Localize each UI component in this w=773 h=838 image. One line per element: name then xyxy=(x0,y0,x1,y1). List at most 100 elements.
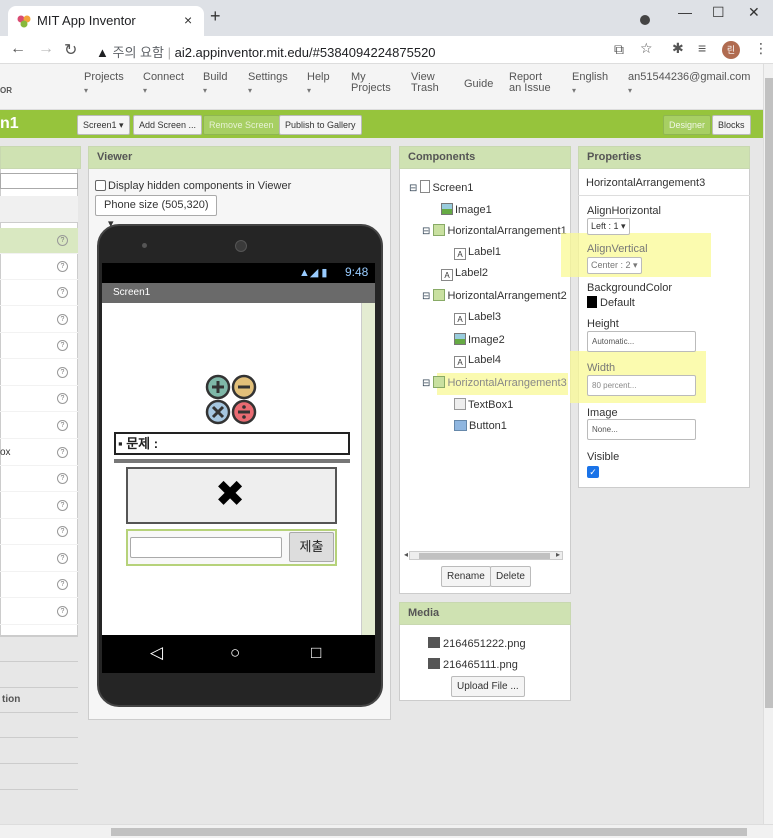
new-tab-button[interactable]: + xyxy=(210,6,221,27)
nav-recent-icon[interactable]: □ xyxy=(311,643,321,663)
tree-node-screen1[interactable]: ⊟ Screen1 xyxy=(409,180,473,194)
window-minimize-button[interactable]: — xyxy=(678,4,692,20)
palette-category[interactable] xyxy=(0,763,78,788)
tab-close-icon[interactable]: × xyxy=(184,12,192,28)
menu-build[interactable]: Build ▾ xyxy=(203,72,227,96)
help-icon[interactable]: ? xyxy=(57,420,68,431)
help-icon[interactable]: ? xyxy=(57,235,68,246)
scrollbar-thumb[interactable] xyxy=(765,78,773,708)
menu-projects[interactable]: Projects ▾ xyxy=(84,72,124,96)
menu-guide[interactable]: Guide xyxy=(464,79,493,90)
profile-avatar[interactable]: 린 xyxy=(722,41,740,59)
palette-item[interactable]: ? xyxy=(0,254,78,280)
collapse-icon[interactable]: ⊟ xyxy=(422,378,430,389)
translate-icon[interactable]: ⧉ xyxy=(614,41,624,58)
scroll-right-icon[interactable]: ▸ xyxy=(556,550,560,559)
visible-checkbox[interactable]: ✓ xyxy=(587,466,599,478)
remove-screen-button[interactable]: Remove Screen xyxy=(203,115,280,135)
help-icon[interactable]: ? xyxy=(57,526,68,537)
help-icon[interactable]: ? xyxy=(57,314,68,325)
tree-node-image2[interactable]: Image2 xyxy=(454,333,505,346)
help-icon[interactable]: ? xyxy=(57,500,68,511)
width-field[interactable]: 80 percent... xyxy=(587,375,696,396)
scrollbar-thumb[interactable] xyxy=(419,553,550,559)
blocks-button[interactable]: Blocks xyxy=(712,115,751,135)
media-file[interactable]: 216465111.png xyxy=(428,658,518,671)
palette-category[interactable] xyxy=(0,661,78,686)
help-icon[interactable]: ? xyxy=(57,473,68,484)
menu-connect[interactable]: Connect ▾ xyxy=(143,72,184,96)
menu-settings[interactable]: Settings ▾ xyxy=(248,72,288,96)
window-maximize-button[interactable]: ☐ xyxy=(712,4,725,21)
media-file[interactable]: 2164651222.png xyxy=(428,637,526,650)
tree-node-harr3[interactable]: ⊟ HorizontalArrangement3 xyxy=(422,376,567,389)
calculator-image[interactable] xyxy=(204,374,259,426)
menu-help[interactable]: Help ▾ xyxy=(307,72,330,96)
menu-account[interactable]: an51544236@gmail.com ▾ xyxy=(628,72,750,96)
menu-my-projects[interactable]: My Projects xyxy=(351,72,391,94)
palette-item[interactable]: ? xyxy=(0,413,78,439)
display-hidden-checkbox[interactable]: Display hidden components in Viewer xyxy=(95,180,291,192)
textbox1-input[interactable] xyxy=(130,537,282,558)
palette-category[interactable] xyxy=(0,737,78,762)
tree-node-image1[interactable]: Image1 xyxy=(441,203,492,216)
tree-node-textbox1[interactable]: TextBox1 xyxy=(454,398,513,411)
button1-submit[interactable]: 제출 xyxy=(289,532,334,562)
palette-category-animation[interactable]: tion xyxy=(0,687,78,712)
rename-button[interactable]: Rename xyxy=(441,566,491,587)
help-icon[interactable]: ? xyxy=(57,393,68,404)
palette-item[interactable]: ? xyxy=(0,493,78,519)
phone-screen-scrollbar[interactable] xyxy=(361,303,375,635)
add-screen-button[interactable]: Add Screen ... xyxy=(133,115,203,135)
address-field[interactable]: ▲ 주의 요함 | ai2.appinventor.mit.edu/#53840… xyxy=(96,42,436,61)
reload-icon[interactable]: ↻ xyxy=(64,40,77,60)
help-icon[interactable]: ? xyxy=(57,606,68,617)
tree-node-label4[interactable]: A Label4 xyxy=(454,354,501,368)
reading-list-icon[interactable]: ≡ xyxy=(698,40,706,56)
collapse-icon[interactable]: ⊟ xyxy=(422,291,430,302)
collapse-icon[interactable]: ⊟ xyxy=(409,183,417,194)
palette-item[interactable]: ? xyxy=(0,280,78,306)
help-icon[interactable]: ? xyxy=(57,261,68,272)
components-hscrollbar[interactable]: ◂ ▸ xyxy=(404,550,563,560)
publish-gallery-button[interactable]: Publish to Gallery xyxy=(279,115,362,135)
palette-item[interactable]: ? xyxy=(0,228,78,254)
back-arrow-icon[interactable]: ← xyxy=(10,40,26,58)
align-horizontal-select[interactable]: Left : 1 ▾ xyxy=(587,218,630,235)
scrollbar-thumb[interactable] xyxy=(111,828,747,836)
palette-category[interactable] xyxy=(0,712,78,737)
palette-category-header[interactable] xyxy=(0,196,78,223)
background-color-select[interactable]: Default xyxy=(587,296,635,309)
tab-search-icon[interactable] xyxy=(640,15,650,25)
tree-node-harr2[interactable]: ⊟ HorizontalArrangement2 xyxy=(422,289,567,302)
nav-back-icon[interactable]: ◁ xyxy=(150,643,163,663)
palette-item[interactable]: ? xyxy=(0,360,78,386)
phone-size-select[interactable]: Phone size (505,320) ▾ xyxy=(95,195,217,230)
screen-select-dropdown[interactable]: Screen1 ▾ xyxy=(77,115,130,135)
palette-item[interactable]: ? xyxy=(0,333,78,359)
help-icon[interactable]: ? xyxy=(57,579,68,590)
palette-item[interactable]: ? xyxy=(0,546,78,572)
palette-item[interactable]: ? xyxy=(0,599,78,625)
forward-arrow-icon[interactable]: → xyxy=(38,40,54,58)
tree-node-label3[interactable]: A Label3 xyxy=(454,311,501,325)
help-icon[interactable]: ? xyxy=(57,287,68,298)
tree-node-label2[interactable]: A Label2 xyxy=(441,267,488,281)
page-horizontal-scrollbar[interactable] xyxy=(0,824,773,838)
palette-item[interactable]: ? xyxy=(0,519,78,545)
tree-node-label1[interactable]: A Label1 xyxy=(454,246,501,260)
help-icon[interactable]: ? xyxy=(57,447,68,458)
palette-item-checkbox[interactable]: ox? xyxy=(0,440,78,466)
palette-category[interactable] xyxy=(0,636,78,661)
window-close-button[interactable]: ✕ xyxy=(748,4,760,21)
upload-file-button[interactable]: Upload File ... xyxy=(451,676,525,697)
palette-item[interactable]: ? xyxy=(0,307,78,333)
browser-tab[interactable]: MIT App Inventor × xyxy=(8,6,204,36)
tree-node-button1[interactable]: Button1 xyxy=(454,420,507,432)
palette-search-input[interactable] xyxy=(0,173,78,189)
extensions-icon[interactable]: ✱ xyxy=(672,40,684,57)
palette-item[interactable]: ? xyxy=(0,386,78,412)
help-icon[interactable]: ? xyxy=(57,340,68,351)
page-vertical-scrollbar[interactable] xyxy=(763,64,773,824)
nav-home-icon[interactable]: ○ xyxy=(230,643,240,663)
